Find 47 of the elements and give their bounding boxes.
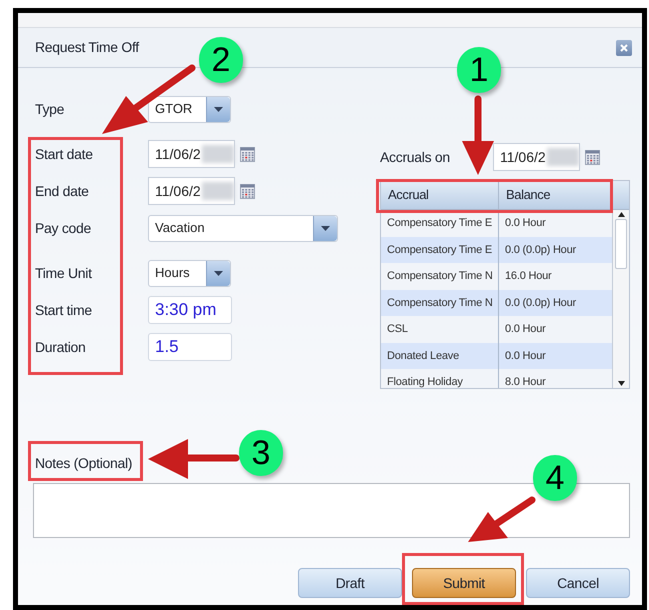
- table-cell-text: 8.0 Hour: [504, 375, 547, 388]
- date-field[interactable]: 11/06/2: [493, 143, 580, 171]
- calendar-icon[interactable]: [585, 150, 600, 164]
- calendar-icon[interactable]: [240, 146, 255, 162]
- input-field[interactable]: 3:30 pm: [148, 296, 232, 324]
- table-cell-text: 0.0 Hour: [504, 322, 547, 337]
- caret-icon: [321, 226, 330, 230]
- caret-icon: [214, 106, 223, 112]
- dropdown-field[interactable]: Hours: [148, 260, 231, 286]
- dropdown-field[interactable]: GTOR: [148, 96, 231, 122]
- dialog-button[interactable]: Draft: [298, 568, 402, 598]
- dropdown-field[interactable]: Vacation: [148, 214, 338, 242]
- close-icon: [620, 44, 628, 52]
- table-cell-text: 16.0 Hour: [504, 269, 553, 284]
- column-header[interactable]: Balance: [499, 181, 612, 209]
- field-label: Start time: [35, 300, 93, 320]
- field-label: Pay code: [35, 218, 92, 238]
- calendar-icon[interactable]: [240, 184, 255, 198]
- input-field[interactable]: 1.5: [148, 333, 232, 361]
- dropdown-arrow-button[interactable]: [206, 260, 230, 286]
- date-field[interactable]: 11/06/2: [148, 140, 235, 168]
- accruals-label: Accruals on: [380, 148, 451, 166]
- table-cell-text: 0.0 Hour: [504, 348, 547, 364]
- field-label: Duration: [35, 338, 87, 356]
- dialog-button[interactable]: Cancel: [526, 568, 630, 598]
- field-label: Time Unit: [35, 264, 93, 282]
- arrow: [468, 496, 536, 542]
- scroll-thumb[interactable]: [615, 219, 627, 269]
- table-cell: Floating Holiday: [381, 369, 499, 388]
- field-label: Type: [35, 100, 66, 119]
- window-title: Request Time Off: [35, 38, 139, 57]
- scrollbar[interactable]: [612, 210, 629, 388]
- dropdown-arrow-button[interactable]: [206, 96, 230, 122]
- field-label: End date: [35, 182, 90, 200]
- table-cell-text: 0.0 (0.0p) Hour: [504, 242, 577, 258]
- notes-label: Notes (Optional): [35, 454, 132, 473]
- dropdown-arrow-button[interactable]: [313, 216, 337, 240]
- table-cell-text: 0.0 Hour: [504, 216, 547, 231]
- scroll-down-icon[interactable]: [618, 381, 624, 386]
- date-field[interactable]: 11/06/2: [148, 177, 235, 205]
- caret-icon: [214, 270, 223, 276]
- submit-button[interactable]: Submit: [412, 568, 516, 598]
- field-label: Start date: [35, 144, 94, 164]
- scroll-up-icon[interactable]: [618, 212, 624, 217]
- close-button[interactable]: [616, 40, 632, 56]
- column-header[interactable]: Accrual: [381, 181, 499, 209]
- table-cell-text: 0.0 (0.0p) Hour: [504, 296, 577, 310]
